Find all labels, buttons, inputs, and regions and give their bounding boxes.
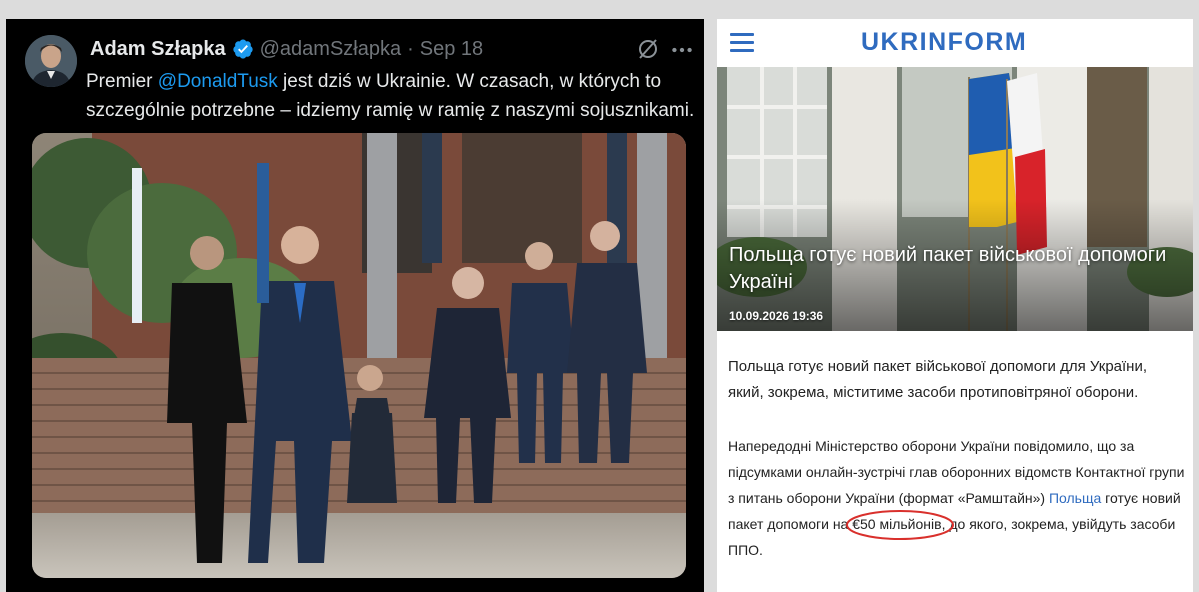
- site-logo[interactable]: UKRINFORM: [861, 28, 1027, 57]
- tweet-header: Adam Szłapka @adamSzłapka · Sep 18: [90, 35, 483, 63]
- tweet-card: Adam Szłapka @adamSzłapka · Sep 18 Premi…: [6, 19, 704, 592]
- article-date: 10.09.2026 19:36: [729, 309, 824, 323]
- more-icon[interactable]: [669, 37, 695, 63]
- article-headline[interactable]: Польща готує новий пакет військової допо…: [729, 242, 1184, 296]
- red-circle-annotation: [846, 510, 955, 540]
- tweet-text-start: Premier: [86, 71, 158, 92]
- header-separator: ·: [407, 37, 414, 60]
- tweet-text: Premier @DonaldTusk jest dziś w Ukrainie…: [86, 67, 696, 125]
- grok-icon[interactable]: [636, 37, 660, 61]
- site-header: UKRINFORM: [717, 19, 1193, 67]
- verified-badge-icon: [232, 39, 253, 59]
- avatar[interactable]: [25, 35, 77, 87]
- article-lead: Польща готує новий пакет військової допо…: [728, 358, 1147, 401]
- author-name[interactable]: Adam Szłapka: [90, 38, 226, 61]
- article-hero-image: Польща готує новий пакет військової допо…: [717, 67, 1193, 331]
- comparison-screenshot: Adam Szłapka @adamSzłapka · Sep 18 Premi…: [0, 0, 1199, 592]
- author-handle[interactable]: @adamSzłapka: [260, 38, 401, 61]
- circled-amount: €50 мільйонів: [846, 510, 955, 540]
- poland-link[interactable]: Польща: [1049, 490, 1101, 506]
- ukrinform-article: UKRINFORM Польща готує новий пакет війсь…: [717, 19, 1193, 592]
- hamburger-menu-icon[interactable]: [730, 33, 754, 53]
- tweet-date[interactable]: Sep 18: [420, 38, 483, 61]
- mention-link[interactable]: @DonaldTusk: [158, 71, 278, 92]
- tweet-photo[interactable]: [32, 133, 686, 578]
- article-body: Напередодні Міністерство оборони України…: [728, 433, 1188, 563]
